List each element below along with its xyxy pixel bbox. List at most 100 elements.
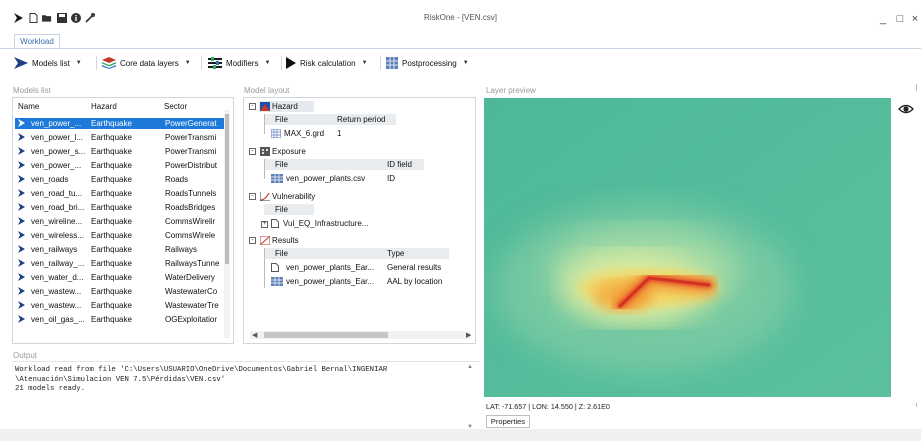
exposure-title: Exposure [272, 147, 306, 156]
vulnerability-col-file: File [275, 205, 288, 214]
results-title: Results [272, 236, 299, 245]
scroll-left-icon[interactable]: ◀ [252, 331, 257, 339]
model-name: ven_oil_gas_... [31, 315, 85, 324]
list-item[interactable]: ven_water_d... Earthquake WaterDelivery [15, 272, 229, 283]
ribbon-separator [281, 56, 282, 70]
results-file: ven_power_plants_Ear... [286, 277, 375, 286]
list-item[interactable]: ven_wastew... Earthquake WastewaterCo [15, 286, 229, 297]
model-sector: PowerTransmi [165, 133, 217, 142]
column-header-hazard[interactable]: Hazard [91, 102, 117, 111]
model-hazard: Earthquake [91, 175, 132, 184]
status-bar [0, 429, 921, 441]
list-item[interactable]: ven_road_bri... Earthquake RoadsBridges [15, 202, 229, 213]
list-item[interactable]: ven_roads Earthquake Roads [15, 174, 229, 185]
results-icon [260, 236, 270, 245]
spreadsheet-icon [386, 57, 398, 69]
model-layout-scroll-thumb[interactable] [264, 332, 388, 338]
expand-toggle[interactable]: + [261, 221, 268, 228]
layers-icon [102, 57, 116, 69]
output-line: Workload read from file 'C:\Users\USUARI… [15, 366, 388, 374]
tree-line [264, 114, 265, 134]
coordinates-readout: LAT: -71.657 | LON: 14.550 | Z: 2.61E0 [486, 402, 610, 411]
hazard-col-return-period: Return period [337, 115, 386, 124]
risk-calculation-button[interactable]: Risk calculation ▼ [286, 56, 368, 70]
postprocessing-button[interactable]: Postprocessing ▼ [386, 56, 469, 70]
close-button[interactable]: × [908, 14, 921, 25]
model-hazard: Earthquake [91, 119, 132, 128]
models-list-scroll-thumb[interactable] [225, 114, 229, 264]
list-item[interactable]: ven_railway_... Earthquake RailwaysTunne [15, 258, 229, 269]
model-sector: CommsWirele [165, 231, 216, 240]
model-hazard: Earthquake [91, 245, 132, 254]
list-item[interactable]: ven_wireline... Earthquake CommsWirelir [15, 216, 229, 227]
models-list-heading: Models list [13, 86, 51, 95]
model-hazard: Earthquake [91, 161, 132, 170]
model-arrow-icon [18, 161, 25, 169]
list-item[interactable]: ven_wireless... Earthquake CommsWirele [15, 230, 229, 241]
results-type: General results [387, 263, 442, 272]
list-item[interactable]: ven_railways Earthquake Railways [15, 244, 229, 255]
output-line: \Atenuación\Simulacion VEN 7.5\Pérdidas\… [15, 375, 226, 384]
maximize-button[interactable]: □ [893, 14, 907, 25]
list-item[interactable]: ven_power_s... Earthquake PowerTransmi [15, 146, 229, 157]
layer-preview-map[interactable] [484, 98, 891, 397]
model-sector: RoadsTunnels [165, 189, 217, 198]
ribbon-separator [380, 56, 381, 70]
model-arrow-icon [18, 203, 25, 211]
vulnerability-file: Vul_EQ_Infrastructure... [283, 219, 369, 228]
chevron-down-icon: ▼ [264, 60, 271, 66]
eye-icon[interactable] [898, 101, 914, 117]
model-layout-tree[interactable]: - Hazard File Return period MAX_6.grd 1 … [243, 97, 476, 344]
model-arrow-icon [18, 217, 25, 225]
model-hazard: Earthquake [91, 259, 132, 268]
collapse-toggle[interactable]: - [249, 148, 256, 155]
model-hazard: Earthquake [91, 301, 132, 310]
tab-workload[interactable]: Workload [14, 34, 60, 48]
list-item[interactable]: ven_power_l... Earthquake PowerTransmi [15, 132, 229, 143]
column-header-name[interactable]: Name [18, 102, 39, 111]
hazard-col-file: File [275, 115, 288, 124]
list-item[interactable]: ven_wastew... Earthquake WastewaterTre [15, 300, 229, 311]
model-sector: WastewaterCo [165, 287, 218, 296]
grid-icon [271, 129, 281, 138]
chevron-down-icon: ▼ [361, 60, 368, 66]
models-list-button[interactable]: Models list ▼ [14, 56, 82, 70]
sliders-icon [208, 57, 222, 69]
minimize-button[interactable]: _ [876, 14, 890, 25]
model-name: ven_water_d... [31, 273, 84, 282]
model-sector: OGExploitatior [165, 315, 218, 324]
model-sector: Railways [165, 245, 198, 254]
modifiers-label: Modifiers [226, 58, 259, 68]
ribbon-separator [201, 56, 202, 70]
tab-properties[interactable]: Properties [486, 415, 530, 428]
core-data-layers-button[interactable]: Core data layers ▼ [102, 56, 191, 70]
model-hazard: Earthquake [91, 217, 132, 226]
model-arrow-icon [18, 245, 25, 253]
column-header-sector[interactable]: Sector [164, 102, 187, 111]
core-data-layers-label: Core data layers [120, 58, 179, 68]
collapse-toggle[interactable]: - [249, 193, 256, 200]
list-item[interactable]: ven_oil_gas_... Earthquake OGExploitatior [15, 314, 229, 325]
models-list-table[interactable]: Name Hazard Sector ven_power_... Earthqua… [12, 97, 234, 344]
model-sector: WastewaterTre [165, 301, 219, 310]
model-hazard: Earthquake [91, 231, 132, 240]
model-name: ven_road_bri... [31, 203, 85, 212]
model-sector: WaterDelivery [165, 273, 215, 282]
scroll-up-icon[interactable]: ▲ [467, 364, 473, 370]
model-arrow-icon [18, 287, 25, 295]
collapse-toggle[interactable]: - [249, 237, 256, 244]
model-sector: PowerGenerat [165, 119, 217, 128]
list-item[interactable]: ven_power_... Earthquake PowerGenerat [15, 118, 229, 129]
exposure-icon [260, 147, 270, 156]
list-item[interactable]: ven_road_tu... Earthquake RoadsTunnels [15, 188, 229, 199]
model-hazard: Earthquake [91, 315, 132, 324]
model-layout-heading: Model layout [244, 86, 290, 95]
results-file: ven_power_plants_Ear... [286, 263, 375, 272]
output-heading: Output [13, 351, 38, 360]
scroll-right-icon[interactable]: ▶ [466, 331, 471, 339]
list-item[interactable]: ven_power_... Earthquake PowerDistribut [15, 160, 229, 171]
hazard-node[interactable]: Hazard [259, 101, 314, 112]
modifiers-button[interactable]: Modifiers ▼ [208, 56, 270, 70]
collapse-toggle[interactable]: - [249, 103, 256, 110]
layer-preview-heading: Layer preview [486, 86, 536, 95]
